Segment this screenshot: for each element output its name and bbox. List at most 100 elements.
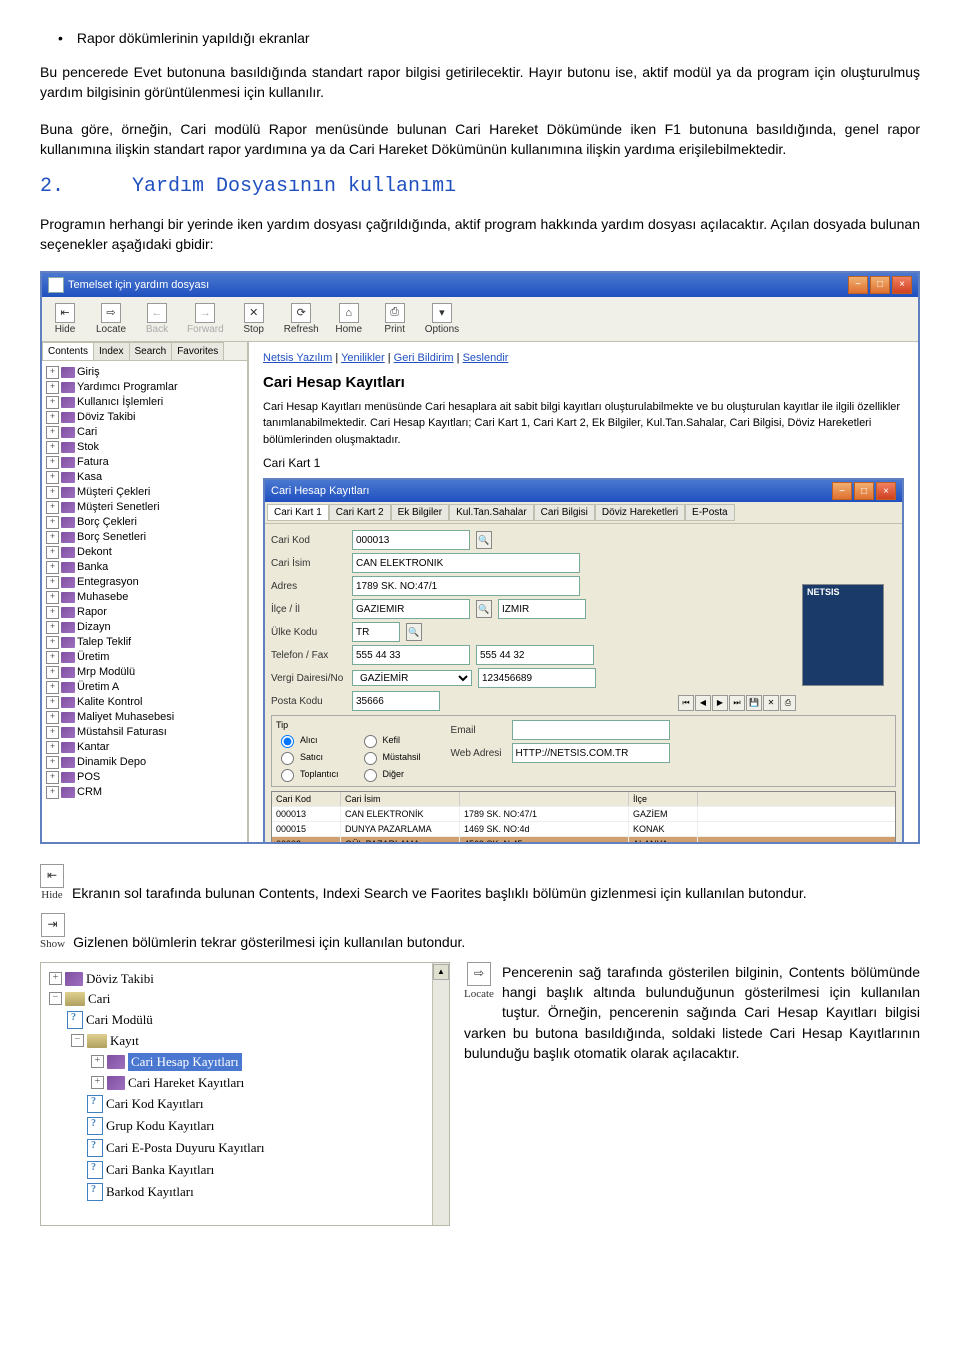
expand-icon[interactable]: +: [46, 696, 59, 709]
itab-ekbilgiler[interactable]: Ek Bilgiler: [391, 504, 449, 521]
tree-item[interactable]: +POS: [46, 770, 243, 785]
lookup-icon[interactable]: 🔍: [476, 600, 492, 618]
expand-icon[interactable]: +: [46, 726, 59, 739]
expand-icon[interactable]: +: [46, 591, 59, 604]
tree-item[interactable]: Döviz Takibi: [86, 971, 154, 987]
expand-icon[interactable]: +: [46, 411, 59, 424]
input-fax[interactable]: [476, 645, 594, 665]
expand-icon[interactable]: +: [46, 681, 59, 694]
table-row[interactable]: 000015DUNYA PAZARLAMA1469 SK. NO:4dKONAK: [272, 821, 895, 836]
radio-option[interactable]: Müstahsil: [359, 749, 421, 765]
input-adres[interactable]: [352, 576, 580, 596]
expand-icon[interactable]: +: [91, 1055, 104, 1068]
expand-icon[interactable]: +: [49, 972, 62, 985]
itab-caribilgisi[interactable]: Cari Bilgisi: [534, 504, 595, 521]
expand-icon[interactable]: +: [46, 666, 59, 679]
btn-save[interactable]: 💾: [746, 695, 762, 711]
expand-icon[interactable]: +: [46, 711, 59, 724]
expand-icon[interactable]: +: [46, 576, 59, 589]
tree-item[interactable]: +Dinamik Depo: [46, 755, 243, 770]
locate-button[interactable]: ⇨Locate: [90, 301, 132, 337]
btn-print[interactable]: ⎙: [780, 695, 796, 711]
lookup-icon[interactable]: 🔍: [476, 531, 492, 549]
hide-button[interactable]: ⇤Hide: [44, 301, 86, 337]
tree-item[interactable]: Cari: [88, 991, 110, 1007]
tree-item[interactable]: +Dizayn: [46, 620, 243, 635]
expand-icon[interactable]: +: [46, 456, 59, 469]
input-carikod[interactable]: [352, 530, 470, 550]
bc-link[interactable]: Seslendir: [463, 352, 509, 364]
tree-item[interactable]: +Kalite Kontrol: [46, 695, 243, 710]
input-vergino[interactable]: [478, 668, 596, 688]
locate-tool[interactable]: ⇨ Locate: [464, 962, 494, 1003]
radio-option[interactable]: Diğer: [359, 766, 421, 782]
tree-item[interactable]: +Üretim A: [46, 680, 243, 695]
tree-item[interactable]: +Maliyet Muhasebesi: [46, 710, 243, 725]
itab-carikart1[interactable]: Cari Kart 1: [267, 504, 329, 521]
tree-item[interactable]: +Cari: [46, 425, 243, 440]
tree-item[interactable]: +Banka: [46, 560, 243, 575]
expand-icon[interactable]: +: [46, 441, 59, 454]
tree-item[interactable]: +Fatura: [46, 455, 243, 470]
tab-index[interactable]: Index: [93, 342, 129, 360]
btn-next[interactable]: ▶: [712, 695, 728, 711]
forward-button[interactable]: →Forward: [182, 301, 229, 337]
tree-item[interactable]: +Döviz Takibi: [46, 410, 243, 425]
input-ilce[interactable]: [352, 599, 470, 619]
expand-icon[interactable]: +: [46, 501, 59, 514]
refresh-button[interactable]: ⟳Refresh: [279, 301, 324, 337]
print-button[interactable]: ⎙Print: [374, 301, 416, 337]
input-email[interactable]: [512, 720, 670, 740]
tree-item[interactable]: +Üretim: [46, 650, 243, 665]
expand-icon[interactable]: +: [46, 516, 59, 529]
input-il[interactable]: [498, 599, 586, 619]
input-posta[interactable]: [352, 691, 440, 711]
bc-link[interactable]: Yenilikler: [341, 352, 385, 364]
tree-item[interactable]: Cari Hareket Kayıtları: [128, 1075, 244, 1091]
tree-item[interactable]: +CRM: [46, 785, 243, 800]
back-button[interactable]: ←Back: [136, 301, 178, 337]
expand-icon[interactable]: +: [46, 531, 59, 544]
tree-item[interactable]: +Borç Çekleri: [46, 515, 243, 530]
expand-icon[interactable]: +: [46, 786, 59, 799]
tab-contents[interactable]: Contents: [42, 342, 94, 360]
btn-del[interactable]: ✕: [763, 695, 779, 711]
bc-link[interactable]: Geri Bildirim: [394, 352, 454, 364]
tree-item[interactable]: +Müşteri Senetleri: [46, 500, 243, 515]
tree-item[interactable]: +Kullanıcı İşlemleri: [46, 395, 243, 410]
expand-icon[interactable]: +: [46, 366, 59, 379]
stop-button[interactable]: ✕Stop: [233, 301, 275, 337]
btn-prev[interactable]: ◀: [695, 695, 711, 711]
tree-item[interactable]: +Müstahsil Faturası: [46, 725, 243, 740]
expand-icon[interactable]: +: [46, 621, 59, 634]
home-button[interactable]: ⌂Home: [328, 301, 370, 337]
tree-item[interactable]: +Stok: [46, 440, 243, 455]
data-grid[interactable]: Cari KodCari İsimİlçe 000013CAN ELEKTRON…: [271, 791, 896, 842]
tree-item[interactable]: Cari E-Posta Duyuru Kayıtları: [106, 1140, 265, 1156]
tree-item-selected[interactable]: Cari Hesap Kayıtları: [128, 1053, 242, 1071]
btn-first[interactable]: ⏮: [678, 695, 694, 711]
show-tool[interactable]: ⇥ Show: [40, 913, 65, 950]
tree-item[interactable]: +Yardımcı Programlar: [46, 380, 243, 395]
inner-min-button[interactable]: −: [832, 482, 852, 500]
tree-item[interactable]: Cari Banka Kayıtları: [106, 1162, 214, 1178]
tree-item[interactable]: Cari Kod Kayıtları: [106, 1096, 203, 1112]
expand-icon[interactable]: +: [46, 756, 59, 769]
expanded-tree[interactable]: ▲ +Döviz Takibi −Cari Cari Modülü −Kayıt…: [40, 962, 450, 1226]
input-web[interactable]: [512, 743, 670, 763]
tree-item[interactable]: Kayıt: [110, 1033, 139, 1049]
itab-doviz[interactable]: Döviz Hareketleri: [595, 504, 685, 521]
tab-favorites[interactable]: Favorites: [171, 342, 224, 360]
close-button[interactable]: ×: [892, 276, 912, 294]
tree-item[interactable]: Grup Kodu Kayıtları: [106, 1118, 214, 1134]
expand-icon[interactable]: +: [46, 381, 59, 394]
expand-icon[interactable]: +: [46, 561, 59, 574]
expand-icon[interactable]: +: [46, 396, 59, 409]
tree-item[interactable]: +Rapor: [46, 605, 243, 620]
expand-icon[interactable]: +: [46, 546, 59, 559]
input-cariisim[interactable]: [352, 553, 580, 573]
lookup-icon[interactable]: 🔍: [406, 623, 422, 641]
scroll-up-icon[interactable]: ▲: [433, 964, 449, 980]
itab-kultan[interactable]: Kul.Tan.Sahalar: [449, 504, 534, 521]
collapse-icon[interactable]: −: [71, 1034, 84, 1047]
